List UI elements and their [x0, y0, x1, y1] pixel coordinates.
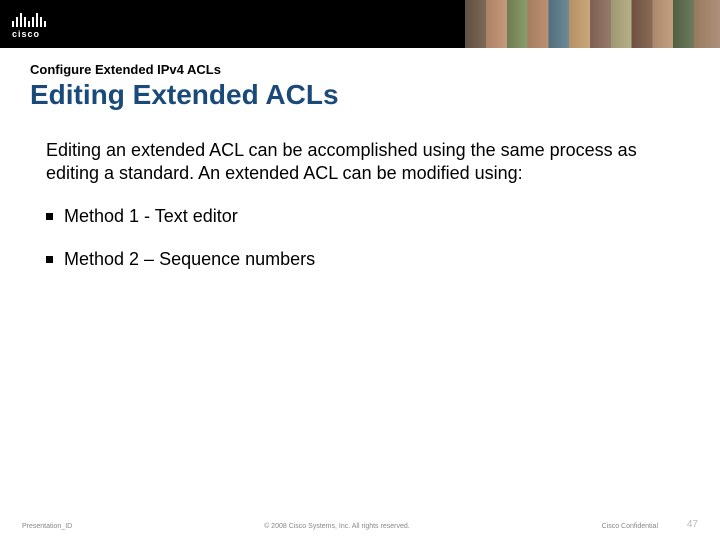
list-item: Method 1 - Text editor — [46, 206, 690, 227]
cisco-logo-text: cisco — [12, 29, 40, 39]
cisco-bars-icon — [12, 9, 46, 27]
header-photo-strip — [460, 0, 720, 48]
pre-title: Configure Extended IPv4 ACLs — [30, 62, 690, 77]
slide-content: Configure Extended IPv4 ACLs Editing Ext… — [0, 48, 720, 270]
page-number: 47 — [687, 519, 698, 530]
footer-confidential: Cisco Confidential — [602, 523, 658, 530]
footer-copyright: © 2008 Cisco Systems, Inc. All rights re… — [72, 523, 601, 530]
list-item: Method 2 – Sequence numbers — [46, 249, 690, 270]
footer-presentation-id: Presentation_ID — [22, 523, 72, 530]
bullet-list: Method 1 - Text editor Method 2 – Sequen… — [30, 206, 690, 270]
footer: Presentation_ID © 2008 Cisco Systems, In… — [0, 523, 720, 530]
body-paragraph: Editing an extended ACL can be accomplis… — [30, 139, 690, 184]
cisco-logo: cisco — [0, 9, 46, 39]
header-bar: cisco — [0, 0, 720, 48]
main-title: Editing Extended ACLs — [30, 79, 690, 111]
